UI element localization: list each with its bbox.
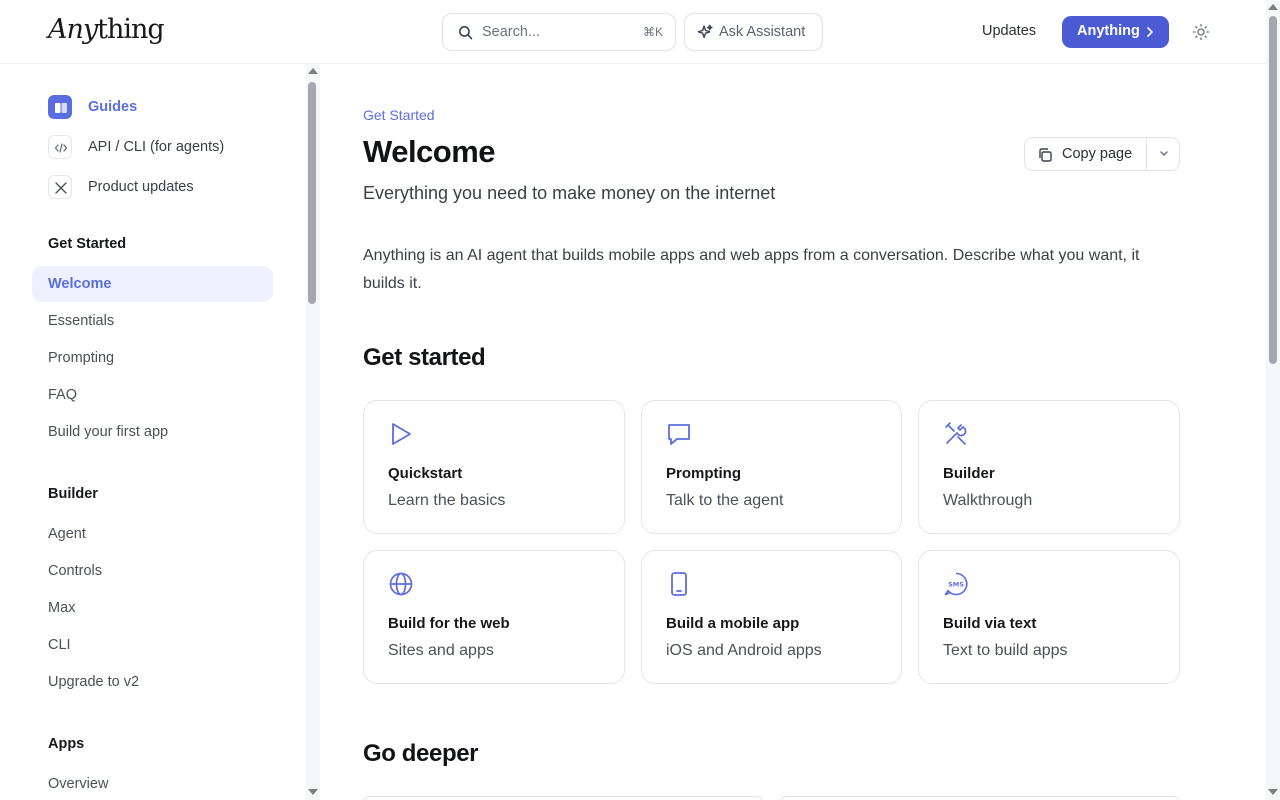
sidebar-item-guides[interactable]: Guides xyxy=(48,95,288,121)
chevron-down-icon[interactable] xyxy=(1158,149,1170,159)
sidebar-item-label: Product updates xyxy=(88,179,194,195)
sparkle-icon xyxy=(697,24,713,39)
card-build-text[interactable]: SMS Build via text Text to build apps xyxy=(918,550,1180,684)
book-icon xyxy=(48,95,72,119)
get-started-heading: Get started xyxy=(363,344,486,371)
card-title: Builder xyxy=(943,465,995,482)
card-title: Build a mobile app xyxy=(666,615,800,632)
sidebar-item-product-updates[interactable]: Product updates xyxy=(48,175,288,201)
sidebar: Guides API / CLI (for agents) Product up… xyxy=(0,64,306,800)
sun-icon[interactable] xyxy=(1192,23,1210,41)
sidebar-item-prompting[interactable]: Prompting xyxy=(48,350,114,366)
card-peek[interactable] xyxy=(363,796,763,800)
sidebar-item-max[interactable]: Max xyxy=(48,600,75,616)
intro-text: Anything is an AI agent that builds mobi… xyxy=(363,247,1140,292)
chat-icon xyxy=(668,424,690,445)
card-desc: Walkthrough xyxy=(943,492,1033,509)
scrollbar-thumb[interactable] xyxy=(1269,16,1277,364)
globe-icon xyxy=(389,572,413,596)
section-title-get-started: Get Started xyxy=(48,236,127,252)
go-deeper-heading: Go deeper xyxy=(363,740,479,767)
sidebar-item-label: Guides xyxy=(88,99,138,115)
sidebar-item-cli[interactable]: CLI xyxy=(48,637,71,653)
sidebar-item-overview[interactable]: Overview xyxy=(48,776,108,792)
logo[interactable]: Anything xyxy=(48,14,165,45)
ask-assistant-label: Ask Assistant xyxy=(719,24,806,40)
scroll-up-arrow[interactable] xyxy=(308,68,318,74)
card-desc: Sites and apps xyxy=(388,642,494,659)
sidebar-item-controls[interactable]: Controls xyxy=(48,563,102,579)
card-peek[interactable] xyxy=(780,796,1180,800)
search-input[interactable]: Search... ⌘K xyxy=(442,13,676,51)
section-title-builder: Builder xyxy=(48,486,98,502)
sms-icon: SMS xyxy=(944,572,968,596)
scroll-up-arrow[interactable] xyxy=(1268,4,1278,10)
card-desc: Learn the basics xyxy=(388,492,506,509)
divider xyxy=(1146,138,1147,170)
sidebar-item-agent[interactable]: Agent xyxy=(48,526,86,542)
copy-page-button[interactable]: Copy page xyxy=(1024,137,1180,171)
breadcrumb[interactable]: Get Started xyxy=(363,107,435,123)
copy-page-label: Copy page xyxy=(1062,146,1133,162)
card-build-mobile[interactable]: Build a mobile app iOS and Android apps xyxy=(641,550,902,684)
page-title: Welcome xyxy=(363,134,496,169)
top-header: Anything Search... ⌘K Ask Assistant Upda… xyxy=(0,0,1266,64)
scrollbar-thumb[interactable] xyxy=(308,82,316,304)
search-shortcut: ⌘K xyxy=(642,25,663,39)
svg-text:SMS: SMS xyxy=(948,581,964,589)
card-title: Build for the web xyxy=(388,615,510,632)
cta-label: Anything xyxy=(1077,23,1140,39)
page-scrollbar[interactable] xyxy=(1266,0,1280,800)
page-subtitle: Everything you need to make money on the… xyxy=(363,183,776,203)
card-desc: iOS and Android apps xyxy=(666,642,822,659)
sidebar-item-welcome[interactable]: Welcome xyxy=(48,276,111,292)
section-title-apps: Apps xyxy=(48,736,85,752)
card-title: Prompting xyxy=(666,465,741,482)
card-desc: Talk to the agent xyxy=(666,492,784,509)
card-builder[interactable]: Builder Walkthrough xyxy=(918,400,1180,534)
ask-assistant-button[interactable]: Ask Assistant xyxy=(684,13,823,51)
sidebar-item-build-first-app[interactable]: Build your first app xyxy=(48,424,168,440)
code-icon xyxy=(48,135,72,159)
sidebar-item-essentials[interactable]: Essentials xyxy=(48,313,114,329)
updates-link[interactable]: Updates xyxy=(982,23,1036,39)
sidebar-item-upgrade-v2[interactable]: Upgrade to v2 xyxy=(48,674,139,690)
card-title: Quickstart xyxy=(388,465,463,482)
card-desc: Text to build apps xyxy=(943,642,1068,659)
card-quickstart[interactable]: Quickstart Learn the basics xyxy=(363,400,625,534)
x-logo-icon xyxy=(48,175,72,199)
card-prompting[interactable]: Prompting Talk to the agent xyxy=(641,400,902,534)
tools-icon xyxy=(945,422,967,445)
search-icon xyxy=(459,26,473,40)
sidebar-item-api-cli[interactable]: API / CLI (for agents) xyxy=(48,135,288,161)
sidebar-scrollbar[interactable] xyxy=(306,64,320,800)
search-placeholder: Search... xyxy=(482,24,541,40)
sidebar-item-label: API / CLI (for agents) xyxy=(88,139,225,155)
scroll-down-arrow[interactable] xyxy=(308,789,318,795)
copy-icon xyxy=(1039,148,1052,162)
anything-cta-button[interactable]: Anything xyxy=(1062,16,1169,48)
card-title: Build via text xyxy=(943,615,1037,632)
scroll-down-arrow[interactable] xyxy=(1268,789,1278,795)
card-build-web[interactable]: Build for the web Sites and apps xyxy=(363,550,625,684)
play-icon xyxy=(392,423,411,445)
sidebar-item-faq[interactable]: FAQ xyxy=(48,387,77,403)
phone-icon xyxy=(671,572,687,596)
chevron-right-icon xyxy=(1147,27,1154,37)
